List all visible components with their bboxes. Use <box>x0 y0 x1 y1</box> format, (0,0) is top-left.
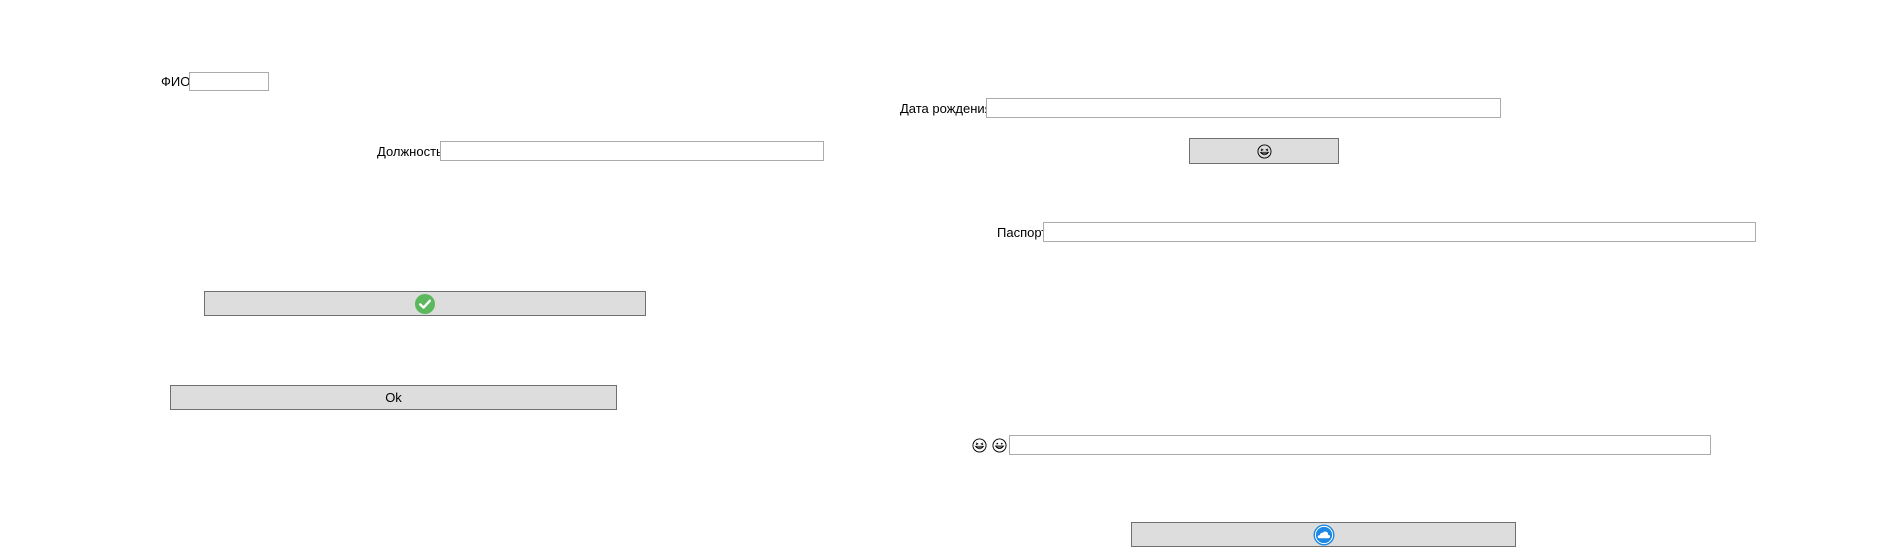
emoji-button[interactable] <box>1189 138 1339 164</box>
cloud-button[interactable] <box>1131 522 1516 547</box>
position-input[interactable] <box>440 141 824 161</box>
grinning-face-icon <box>992 438 1007 453</box>
grinning-squint-face-icon <box>1256 143 1272 159</box>
ok-button[interactable]: Ok <box>170 385 617 410</box>
check-circle-icon <box>415 293 435 314</box>
passport-label: Паспорт <box>997 225 1048 240</box>
confirm-button[interactable] <box>204 291 646 316</box>
fio-input[interactable] <box>189 72 269 91</box>
fio-label: ФИО <box>161 74 191 89</box>
emoji-input[interactable] <box>1009 435 1711 455</box>
birthdate-label: Дата рождения <box>900 101 992 116</box>
grinning-squint-face-icon <box>972 438 987 453</box>
birthdate-input[interactable] <box>986 98 1501 118</box>
cloud-circle-icon <box>1313 524 1335 546</box>
position-label: Должность <box>377 144 443 159</box>
passport-input[interactable] <box>1043 222 1756 242</box>
